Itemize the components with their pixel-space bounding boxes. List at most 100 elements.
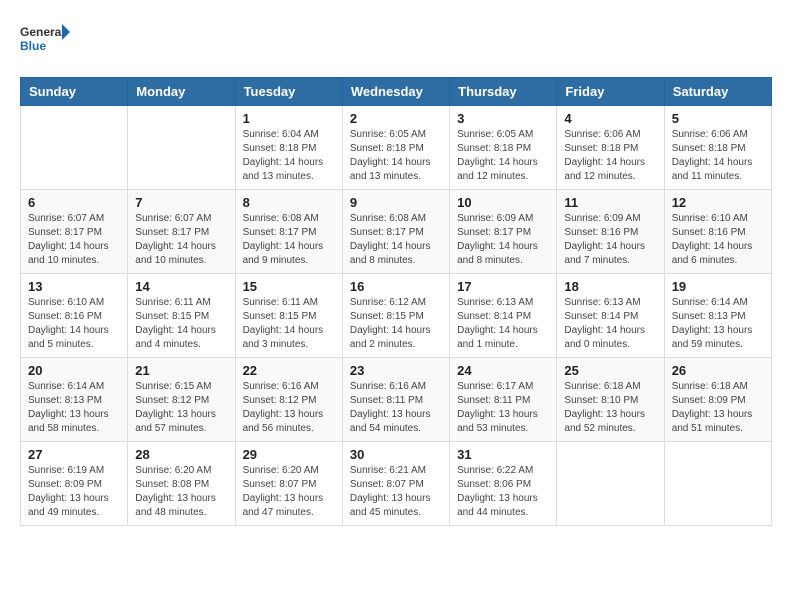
day-info: Sunrise: 6:11 AM Sunset: 8:15 PM Dayligh… xyxy=(243,296,335,352)
day-number: 2 xyxy=(350,111,442,126)
calendar-cell: 21 Sunrise: 6:15 AM Sunset: 8:12 PM Dayli… xyxy=(128,358,235,442)
day-number: 8 xyxy=(243,195,335,210)
day-info: Sunrise: 6:18 AM Sunset: 8:09 PM Dayligh… xyxy=(672,380,764,436)
calendar-cell xyxy=(21,106,128,190)
day-info: Sunrise: 6:17 AM Sunset: 8:11 PM Dayligh… xyxy=(457,380,549,436)
calendar-cell: 18 Sunrise: 6:13 AM Sunset: 8:14 PM Dayli… xyxy=(557,274,664,358)
calendar-cell: 5 Sunrise: 6:06 AM Sunset: 8:18 PM Daylig… xyxy=(664,106,771,190)
calendar-table: SundayMondayTuesdayWednesdayThursdayFrid… xyxy=(20,77,772,526)
day-info: Sunrise: 6:20 AM Sunset: 8:08 PM Dayligh… xyxy=(135,464,227,520)
day-info: Sunrise: 6:13 AM Sunset: 8:14 PM Dayligh… xyxy=(564,296,656,352)
day-number: 21 xyxy=(135,363,227,378)
day-number: 10 xyxy=(457,195,549,210)
day-number: 27 xyxy=(28,447,120,462)
day-info: Sunrise: 6:07 AM Sunset: 8:17 PM Dayligh… xyxy=(135,212,227,268)
calendar-week-row: 6Sunrise: 6:07 AM Sunset: 8:17 PM Daylig… xyxy=(21,190,772,274)
calendar-cell: 4 Sunrise: 6:06 AM Sunset: 8:18 PM Daylig… xyxy=(557,106,664,190)
day-info: Sunrise: 6:19 AM Sunset: 8:09 PM Dayligh… xyxy=(28,464,120,520)
calendar-cell: 17 Sunrise: 6:13 AM Sunset: 8:14 PM Dayli… xyxy=(450,274,557,358)
day-number: 23 xyxy=(350,363,442,378)
day-info: Sunrise: 6:21 AM Sunset: 8:07 PM Dayligh… xyxy=(350,464,442,520)
day-number: 17 xyxy=(457,279,549,294)
day-number: 24 xyxy=(457,363,549,378)
day-info: Sunrise: 6:04 AM Sunset: 8:18 PM Dayligh… xyxy=(243,128,335,184)
calendar-cell: 27 Sunrise: 6:19 AM Sunset: 8:09 PM Dayli… xyxy=(21,442,128,526)
day-info: Sunrise: 6:14 AM Sunset: 8:13 PM Dayligh… xyxy=(28,380,120,436)
svg-text:Blue: Blue xyxy=(20,39,46,53)
day-number: 14 xyxy=(135,279,227,294)
weekday-header: Tuesday xyxy=(235,78,342,106)
calendar-cell: 22Sunrise: 6:16 AM Sunset: 8:12 PM Dayli… xyxy=(235,358,342,442)
weekday-header: Monday xyxy=(128,78,235,106)
calendar-cell: 14Sunrise: 6:11 AM Sunset: 8:15 PM Dayli… xyxy=(128,274,235,358)
weekday-header: Friday xyxy=(557,78,664,106)
calendar-cell: 19Sunrise: 6:14 AM Sunset: 8:13 PM Dayli… xyxy=(664,274,771,358)
day-info: Sunrise: 6:05 AM Sunset: 8:18 PM Dayligh… xyxy=(350,128,442,184)
day-info: Sunrise: 6:10 AM Sunset: 8:16 PM Dayligh… xyxy=(672,212,764,268)
day-number: 19 xyxy=(672,279,764,294)
calendar-cell: 1Sunrise: 6:04 AM Sunset: 8:18 PM Daylig… xyxy=(235,106,342,190)
calendar-cell: 29 Sunrise: 6:20 AM Sunset: 8:07 PM Dayli… xyxy=(235,442,342,526)
day-number: 16 xyxy=(350,279,442,294)
page-header: General Blue xyxy=(20,20,772,62)
logo-svg: General Blue xyxy=(20,20,70,62)
weekday-header: Sunday xyxy=(21,78,128,106)
day-info: Sunrise: 6:09 AM Sunset: 8:17 PM Dayligh… xyxy=(457,212,549,268)
calendar-cell: 9Sunrise: 6:08 AM Sunset: 8:17 PM Daylig… xyxy=(342,190,449,274)
day-number: 3 xyxy=(457,111,549,126)
calendar-cell xyxy=(557,442,664,526)
calendar-week-row: 27 Sunrise: 6:19 AM Sunset: 8:09 PM Dayli… xyxy=(21,442,772,526)
day-info: Sunrise: 6:05 AM Sunset: 8:18 PM Dayligh… xyxy=(457,128,549,184)
calendar-cell: 31 Sunrise: 6:22 AM Sunset: 8:06 PM Dayli… xyxy=(450,442,557,526)
calendar-cell: 20 Sunrise: 6:14 AM Sunset: 8:13 PM Dayli… xyxy=(21,358,128,442)
calendar-cell: 11 Sunrise: 6:09 AM Sunset: 8:16 PM Dayli… xyxy=(557,190,664,274)
calendar-cell: 10 Sunrise: 6:09 AM Sunset: 8:17 PM Dayli… xyxy=(450,190,557,274)
day-number: 13 xyxy=(28,279,120,294)
day-info: Sunrise: 6:06 AM Sunset: 8:18 PM Dayligh… xyxy=(564,128,656,184)
day-number: 29 xyxy=(243,447,335,462)
calendar-cell: 25 Sunrise: 6:18 AM Sunset: 8:10 PM Dayli… xyxy=(557,358,664,442)
day-number: 4 xyxy=(564,111,656,126)
day-number: 28 xyxy=(135,447,227,462)
day-info: Sunrise: 6:13 AM Sunset: 8:14 PM Dayligh… xyxy=(457,296,549,352)
day-number: 20 xyxy=(28,363,120,378)
calendar-cell: 2 Sunrise: 6:05 AM Sunset: 8:18 PM Daylig… xyxy=(342,106,449,190)
calendar-cell: 28 Sunrise: 6:20 AM Sunset: 8:08 PM Dayli… xyxy=(128,442,235,526)
day-info: Sunrise: 6:15 AM Sunset: 8:12 PM Dayligh… xyxy=(135,380,227,436)
calendar-cell: 23 Sunrise: 6:16 AM Sunset: 8:11 PM Dayli… xyxy=(342,358,449,442)
calendar-cell: 3 Sunrise: 6:05 AM Sunset: 8:18 PM Daylig… xyxy=(450,106,557,190)
calendar-header-row: SundayMondayTuesdayWednesdayThursdayFrid… xyxy=(21,78,772,106)
day-number: 15 xyxy=(243,279,335,294)
calendar-cell: 15 Sunrise: 6:11 AM Sunset: 8:15 PM Dayli… xyxy=(235,274,342,358)
calendar-cell: 13 Sunrise: 6:10 AM Sunset: 8:16 PM Dayli… xyxy=(21,274,128,358)
day-info: Sunrise: 6:06 AM Sunset: 8:18 PM Dayligh… xyxy=(672,128,764,184)
calendar-week-row: 20 Sunrise: 6:14 AM Sunset: 8:13 PM Dayli… xyxy=(21,358,772,442)
day-info: Sunrise: 6:08 AM Sunset: 8:17 PM Dayligh… xyxy=(243,212,335,268)
calendar-cell: 6Sunrise: 6:07 AM Sunset: 8:17 PM Daylig… xyxy=(21,190,128,274)
day-number: 26 xyxy=(672,363,764,378)
calendar-week-row: 13 Sunrise: 6:10 AM Sunset: 8:16 PM Dayli… xyxy=(21,274,772,358)
day-number: 12 xyxy=(672,195,764,210)
day-info: Sunrise: 6:18 AM Sunset: 8:10 PM Dayligh… xyxy=(564,380,656,436)
day-number: 25 xyxy=(564,363,656,378)
day-info: Sunrise: 6:07 AM Sunset: 8:17 PM Dayligh… xyxy=(28,212,120,268)
day-info: Sunrise: 6:22 AM Sunset: 8:06 PM Dayligh… xyxy=(457,464,549,520)
day-number: 31 xyxy=(457,447,549,462)
day-info: Sunrise: 6:20 AM Sunset: 8:07 PM Dayligh… xyxy=(243,464,335,520)
calendar-cell: 8 Sunrise: 6:08 AM Sunset: 8:17 PM Daylig… xyxy=(235,190,342,274)
day-number: 5 xyxy=(672,111,764,126)
day-info: Sunrise: 6:10 AM Sunset: 8:16 PM Dayligh… xyxy=(28,296,120,352)
calendar-cell xyxy=(128,106,235,190)
day-info: Sunrise: 6:16 AM Sunset: 8:12 PM Dayligh… xyxy=(243,380,335,436)
calendar-cell: 12 Sunrise: 6:10 AM Sunset: 8:16 PM Dayli… xyxy=(664,190,771,274)
day-number: 18 xyxy=(564,279,656,294)
calendar-cell: 16 Sunrise: 6:12 AM Sunset: 8:15 PM Dayli… xyxy=(342,274,449,358)
day-info: Sunrise: 6:12 AM Sunset: 8:15 PM Dayligh… xyxy=(350,296,442,352)
weekday-header: Saturday xyxy=(664,78,771,106)
weekday-header: Wednesday xyxy=(342,78,449,106)
day-number: 11 xyxy=(564,195,656,210)
weekday-header: Thursday xyxy=(450,78,557,106)
day-info: Sunrise: 6:09 AM Sunset: 8:16 PM Dayligh… xyxy=(564,212,656,268)
day-info: Sunrise: 6:16 AM Sunset: 8:11 PM Dayligh… xyxy=(350,380,442,436)
logo: General Blue xyxy=(20,20,70,62)
